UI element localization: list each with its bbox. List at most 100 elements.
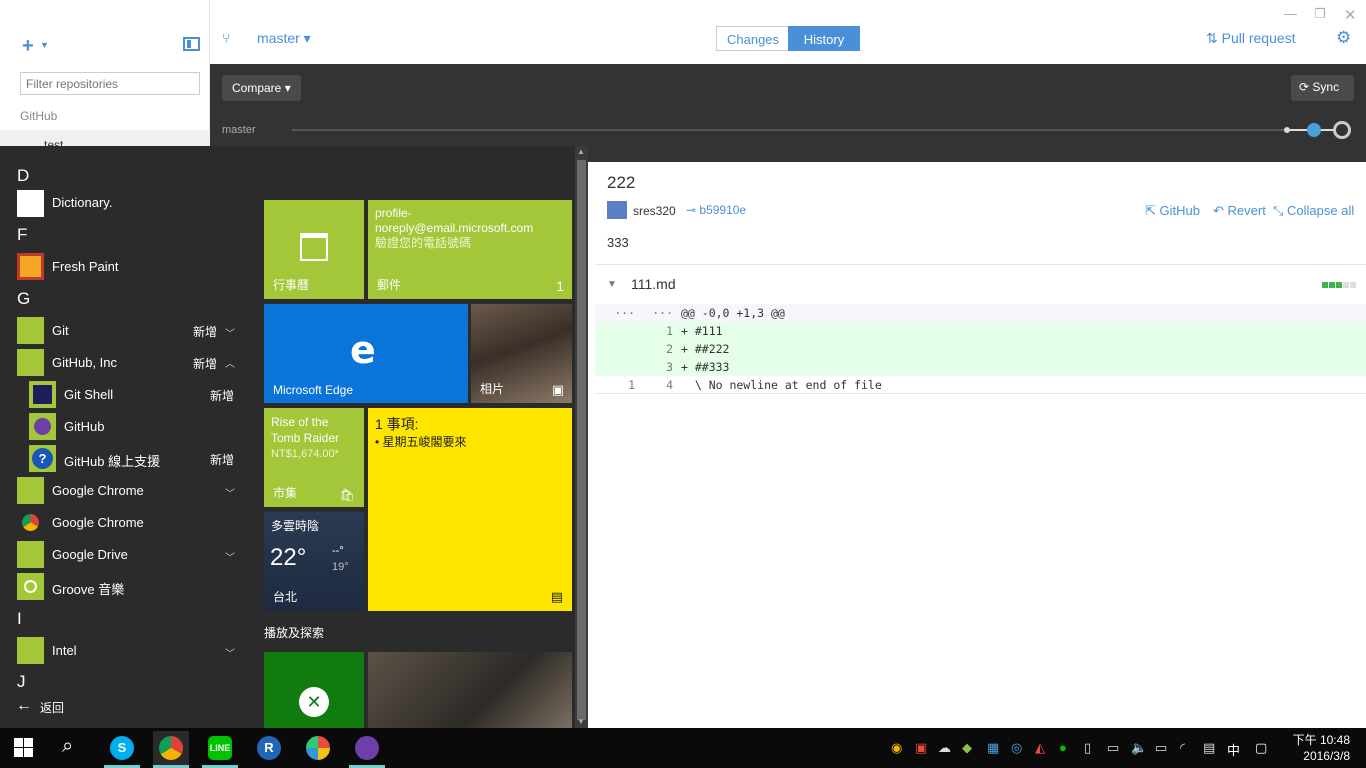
start-item-dictionary[interactable]: Dictionary. [52,195,112,210]
view-on-github-link[interactable]: ⇱ GitHub [1145,203,1200,219]
tray-security-icon[interactable]: ▣ [915,740,927,756]
sidebar-item-repo[interactable] [0,130,210,146]
taskbar-github[interactable] [349,731,385,765]
start-item-google-drive[interactable]: Google Drive [52,547,128,562]
compare-button[interactable]: Compare ▾ [222,75,301,101]
close-icon[interactable]: ✕ [1344,6,1357,24]
onedrive-icon[interactable]: ☁ [938,740,951,756]
chevron-down-icon[interactable]: ▼ [40,40,49,50]
tab-history[interactable]: History [788,26,860,51]
start-item-google-chrome-folder[interactable]: Google Chrome [52,483,144,498]
pull-request-label: Pull request [1221,30,1296,46]
tile-group-header[interactable]: 播放及探索 [264,624,324,641]
start-item-git[interactable]: Git [52,323,69,338]
tab-changes[interactable]: Changes [716,26,789,51]
filter-repositories-input[interactable] [20,72,200,95]
system-clock[interactable]: 下午 10:48 2016/3/8 [1288,732,1350,764]
tray-app-icon[interactable]: ◭ [1035,740,1045,756]
branch-icon[interactable]: ⑂ [222,30,230,46]
back-button[interactable]: 返回 [40,699,64,716]
start-item-github-inc[interactable]: GitHub, Inc [52,355,117,370]
timeline-selected-commit[interactable] [1307,123,1321,137]
store-app-title-2: Tomb Raider [271,431,340,445]
start-item-groove[interactable]: Groove 音樂 [52,579,124,598]
xbox-icon: ✕ [299,687,329,717]
timeline-commit-dot[interactable] [1284,127,1290,133]
start-letter-f[interactable]: F [17,225,27,245]
gear-icon[interactable]: ⚙ [1336,28,1351,48]
volume-icon[interactable]: 🔈 [1131,740,1147,756]
chevron-down-icon[interactable]: ﹀ [225,549,235,564]
scroll-down-icon[interactable]: ▼ [577,717,585,726]
wifi-icon[interactable]: ◜ [1180,740,1185,756]
store-app-title-1: Rise of the [271,415,329,429]
tile-weather[interactable]: 多雲時陰 22° --° 19° 台北 [264,512,364,611]
notifications-icon[interactable]: ▤ [1203,740,1215,756]
display-icon[interactable]: ▭ [1107,740,1119,756]
tray-line-icon[interactable]: ● [1059,740,1067,755]
toggle-sidebar-icon[interactable] [183,37,200,51]
battery-icon[interactable]: ▭ [1155,740,1167,756]
tile-news[interactable] [368,652,572,728]
commit-sha-link[interactable]: ⊸ b59910e [686,203,746,217]
start-item-git-shell[interactable]: Git Shell [64,387,113,402]
tray-app-icon[interactable]: ◆ [962,740,972,756]
start-letter-g[interactable]: G [17,289,30,309]
timeline-head-commit[interactable] [1333,121,1351,139]
tile-mail[interactable]: profile- noreply@email.microsoft.com 驗證您… [368,200,572,299]
scrollbar-thumb[interactable] [577,160,586,720]
commit-timeline[interactable] [292,129,1292,131]
start-letter-j[interactable]: J [17,672,26,692]
start-item-intel[interactable]: Intel [52,643,77,658]
diff-code: @@ -0,0 +1,3 @@ [681,306,785,320]
ime-indicator[interactable]: 中 [1227,740,1240,759]
chevron-down-icon[interactable]: ﹀ [225,645,235,660]
start-letter-i[interactable]: I [17,609,22,629]
tile-microsoft-edge[interactable]: e Microsoft Edge [264,304,468,403]
chevron-up-icon[interactable]: ︿ [225,355,235,370]
tile-calendar-label: 行事曆 [273,278,310,292]
diff-file-name[interactable]: 111.md [631,276,676,292]
usb-icon[interactable]: ▯ [1084,740,1091,756]
start-item-fresh-paint[interactable]: Fresh Paint [52,259,118,274]
tray-app-icon[interactable]: ◎ [1011,740,1022,756]
search-icon[interactable]: ⌕ [62,735,73,758]
add-repository-icon[interactable]: + [22,35,34,58]
tile-todo[interactable]: 1 事項: • 星期五峻閣要來 ▤ [368,408,572,611]
chevron-down-icon[interactable]: ﹀ [225,485,235,500]
start-letter-d[interactable]: D [17,166,29,186]
chevron-down-icon[interactable]: ﹀ [225,325,235,340]
taskbar-chrome[interactable] [153,731,189,765]
scroll-up-icon[interactable]: ▲ [577,147,585,156]
new-badge: 新增 [210,389,235,403]
taskbar-paint[interactable] [300,731,336,765]
github-link-label: GitHub [1159,203,1200,218]
windows-start-icon[interactable] [14,738,34,758]
tile-xbox[interactable]: ✕ [264,652,364,728]
tray-app-icon[interactable]: ▦ [987,740,999,756]
start-item-github-support[interactable]: GitHub 線上支援 [64,451,160,470]
sync-button[interactable]: ⟳ Sync [1291,75,1354,101]
restore-icon[interactable]: ❐ [1314,6,1326,22]
minimize-icon[interactable]: — [1284,6,1297,21]
diff-code: + #111 [681,324,723,338]
collapse-all-link[interactable]: ⤡ Collapse all [1273,203,1354,219]
chevron-down-icon[interactable]: ▼ [607,279,617,290]
diff-code: + ##333 [681,360,730,374]
taskbar-r[interactable]: R [251,731,287,765]
taskbar-line[interactable]: LINE [202,731,238,765]
branch-selector[interactable]: master ▾ [257,30,311,47]
tray-norton-icon[interactable]: ◉ [891,740,902,756]
revert-label: Revert [1227,203,1266,218]
start-item-google-chrome[interactable]: Google Chrome [52,515,144,530]
revert-link[interactable]: ↶ Revert [1213,203,1266,219]
taskbar-skype[interactable]: S [104,731,140,765]
diff-code: \ No newline at end of file [681,378,882,392]
tile-calendar[interactable]: 行事曆 [264,200,364,299]
tile-photos[interactable]: 相片 ▣ [471,304,572,403]
pull-request-button[interactable]: ⇅ Pull request [1206,30,1296,47]
weather-city: 台北 [273,590,298,604]
start-item-github[interactable]: GitHub [64,419,104,434]
tile-store[interactable]: Rise of the Tomb Raider NT$1,674.00* 市集 … [264,408,364,507]
action-center-icon[interactable]: ▢ [1255,740,1267,756]
